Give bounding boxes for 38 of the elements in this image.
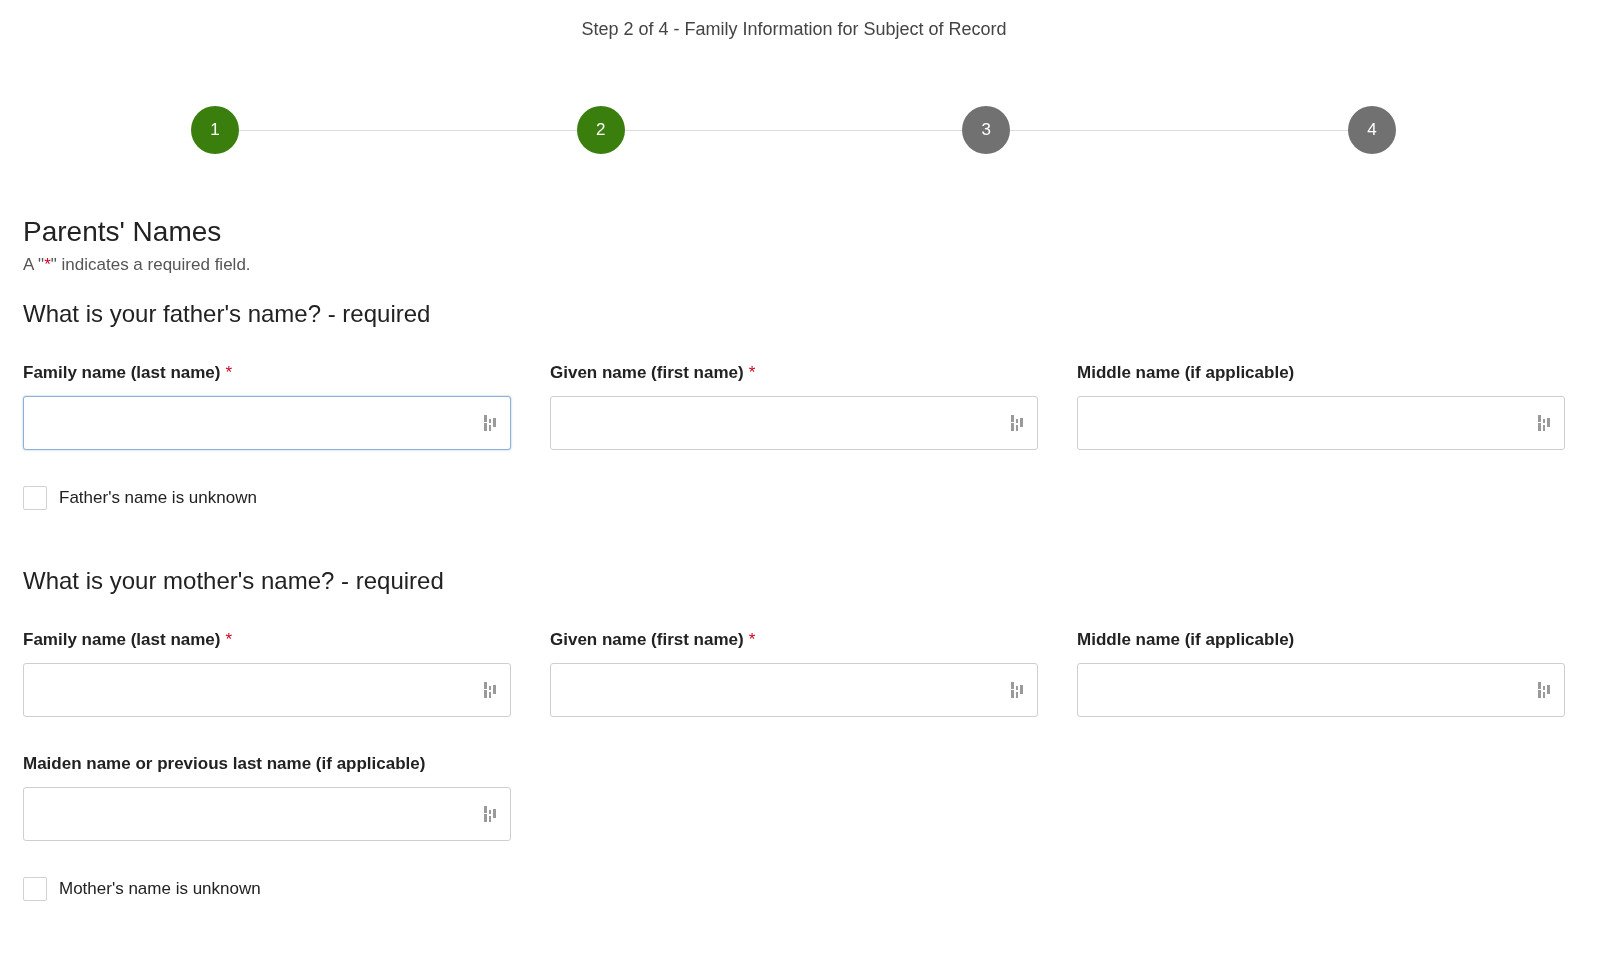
input-field[interactable] xyxy=(1077,396,1565,450)
bars-icon xyxy=(484,415,496,431)
input-field[interactable] xyxy=(550,396,1038,450)
step-circle: 1 xyxy=(191,106,239,154)
bars-icon xyxy=(1538,415,1550,431)
field-label: Maiden name or previous last name (if applicable) xyxy=(23,753,426,775)
checkbox[interactable] xyxy=(23,877,47,901)
field-label: Family name (last name) xyxy=(23,629,221,651)
section-heading: Parents' Names xyxy=(23,215,222,249)
checkbox-label: Father's name is unknown xyxy=(59,487,257,509)
input-field[interactable] xyxy=(23,787,511,841)
bars-icon xyxy=(484,806,496,822)
step-circle: 3 xyxy=(962,106,1011,154)
step-title: Step 2 of 4 - Family Information for Subject of Record xyxy=(581,19,1007,39)
bars-icon xyxy=(1011,415,1023,431)
step-circle: 4 xyxy=(1348,106,1396,154)
field-label: Family name (last name) xyxy=(23,362,221,384)
step-circle: 2 xyxy=(576,106,625,154)
bars-icon xyxy=(1538,682,1550,698)
input-field[interactable] xyxy=(550,663,1038,717)
field-label: Middle name (if applicable) xyxy=(1077,629,1295,651)
field-label: Middle name (if applicable) xyxy=(1077,362,1295,384)
bars-icon xyxy=(484,682,496,698)
input-field[interactable] xyxy=(23,663,511,717)
bars-icon xyxy=(1011,682,1023,698)
field-label: Given name (first name) xyxy=(550,629,744,651)
required-asterisk: * xyxy=(748,362,756,384)
input-field[interactable] xyxy=(1077,663,1565,717)
required-note: A "*" indicates a required field. xyxy=(23,254,251,276)
required-asterisk: * xyxy=(748,629,756,651)
required-asterisk: * xyxy=(225,629,233,651)
checkbox[interactable] xyxy=(23,486,47,510)
field-label: Given name (first name) xyxy=(550,362,744,384)
question-heading: What is your father's name? - required xyxy=(23,300,431,327)
input-field[interactable] xyxy=(23,396,511,450)
checkbox-label: Mother's name is unknown xyxy=(59,878,261,900)
question-heading: What is your mother's name? - required xyxy=(23,567,444,594)
required-asterisk: * xyxy=(225,362,233,384)
